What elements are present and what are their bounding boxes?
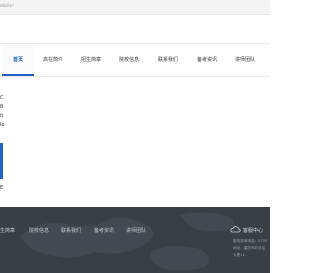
welcome-text: ebsite! [0,3,14,8]
nav-item-about[interactable]: 高在简介 [37,44,69,76]
nav-item-schools[interactable]: 院校信息 [113,44,145,76]
nav-item-contact[interactable]: 联系我们 [152,44,184,76]
customer-service: 客服中心 [230,224,270,238]
footer-link-admissions[interactable]: 生简章 [0,227,15,234]
clipped-text-fragment: le [0,122,5,128]
nav-item-exam-news[interactable]: 备考资讯 [191,44,223,76]
service-center-label: 客服中心 [243,228,264,234]
main-nav: 首页 高在简介 招生简章 院校信息 联系我们 备考资讯 讲师团队 [0,43,270,77]
clipped-text-fragment: E [0,185,4,191]
clipped-banner-block [0,143,3,179]
clipped-text-fragment: it [0,113,4,119]
clipped-text-fragment: C [0,95,4,101]
service-phone: 服务咨询电话：0755 [233,239,268,243]
top-bar: ebsite! [0,0,270,15]
footer-link-exam-news[interactable]: 备考资讯 [94,227,114,234]
service-address-cont: 大厦11- [233,253,247,257]
service-address: 地址：重庆市北京区 [233,246,266,250]
nav-item-admissions[interactable]: 招生简章 [75,44,107,76]
footer-link-contact[interactable]: 联系我们 [61,227,81,234]
clipped-text-fragment: 8 [0,104,4,110]
world-map-background [20,212,234,271]
footer: 生简章 院校信息 联系我们 备考资讯 讲师团队 客服中心 服务咨询电话：0755… [0,207,270,273]
nav-item-teachers[interactable]: 讲师团队 [229,44,261,76]
cloud-service-icon [230,226,241,233]
footer-link-teachers[interactable]: 讲师团队 [126,227,146,234]
nav-item-home[interactable]: 首页 [2,44,34,76]
footer-link-schools[interactable]: 院校信息 [29,227,49,234]
